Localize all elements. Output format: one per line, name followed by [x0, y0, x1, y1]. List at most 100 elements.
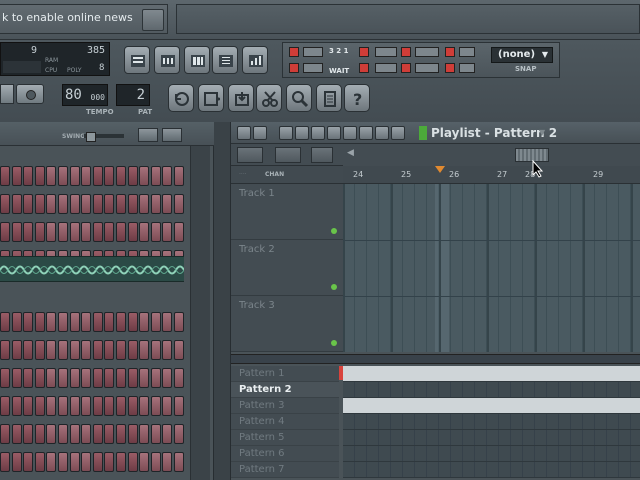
step-button[interactable]: [116, 452, 126, 472]
pattern-lane[interactable]: [343, 398, 640, 414]
overdub-toggle[interactable]: [401, 63, 411, 73]
step-button[interactable]: [150, 340, 161, 360]
step-button[interactable]: [116, 194, 126, 214]
step-button[interactable]: [58, 340, 68, 360]
step-button[interactable]: [127, 396, 138, 416]
step-button[interactable]: [92, 368, 103, 388]
step-button[interactable]: [150, 312, 161, 332]
note-view-button[interactable]: [311, 147, 333, 163]
pattern-position-marker[interactable]: [339, 366, 343, 380]
step-button[interactable]: [104, 312, 115, 332]
play-button[interactable]: [0, 84, 14, 104]
step-button[interactable]: [11, 340, 22, 360]
browser-button[interactable]: [212, 46, 238, 74]
pin-toggle[interactable]: [459, 63, 475, 73]
delete-tool[interactable]: [311, 126, 325, 140]
step-button[interactable]: [0, 312, 10, 332]
step-sequencer-scrollbar[interactable]: [190, 146, 210, 480]
step-button[interactable]: [46, 368, 57, 388]
step-button[interactable]: [81, 396, 92, 416]
step-button[interactable]: [58, 166, 68, 186]
snap-dropdown[interactable]: (none) ▼: [491, 47, 553, 63]
link-toggle[interactable]: [375, 63, 397, 73]
step-button[interactable]: [116, 312, 126, 332]
step-button[interactable]: [58, 312, 68, 332]
swing-slider[interactable]: [84, 132, 124, 142]
pattern-lane[interactable]: [343, 382, 640, 398]
step-button[interactable]: [11, 424, 22, 444]
step-button[interactable]: [139, 194, 150, 214]
panel-divider[interactable]: [214, 122, 230, 480]
loop-record-toggle[interactable]: [375, 47, 397, 57]
step-button[interactable]: [23, 424, 34, 444]
track-enable-led[interactable]: [331, 284, 337, 290]
pattern-name[interactable]: Pattern 3: [231, 398, 339, 414]
step-button[interactable]: [69, 222, 80, 242]
step-button[interactable]: [69, 424, 80, 444]
step-button[interactable]: [46, 340, 57, 360]
step-button[interactable]: [139, 424, 150, 444]
step-button[interactable]: [150, 424, 161, 444]
step-button[interactable]: [162, 166, 173, 186]
step-button[interactable]: [34, 166, 45, 186]
step-button[interactable]: [139, 368, 150, 388]
step-button[interactable]: [0, 396, 10, 416]
step-button[interactable]: [81, 340, 92, 360]
pattern-number-display[interactable]: 2: [116, 84, 150, 106]
step-button[interactable]: [23, 166, 34, 186]
step-button[interactable]: [92, 424, 103, 444]
search-button[interactable]: [286, 84, 312, 112]
step-button[interactable]: [116, 424, 126, 444]
playlist-play-icon[interactable]: [419, 126, 427, 140]
step-button[interactable]: [46, 194, 57, 214]
step-button[interactable]: [127, 368, 138, 388]
step-button[interactable]: [23, 396, 34, 416]
sample-waveform-row[interactable]: [0, 256, 185, 282]
step-button[interactable]: [58, 194, 68, 214]
track-enable-led[interactable]: [331, 228, 337, 234]
pattern-name[interactable]: Pattern 6: [231, 446, 339, 462]
auto-scroll-toggle[interactable]: [289, 63, 299, 73]
step-button[interactable]: [150, 222, 161, 242]
pattern-row[interactable]: Pattern 3: [231, 398, 640, 414]
step-button[interactable]: [11, 194, 22, 214]
playhead-marker[interactable]: [435, 166, 445, 173]
pattern-row[interactable]: Pattern 6: [231, 446, 640, 462]
step-button[interactable]: [104, 222, 115, 242]
step-button[interactable]: [69, 340, 80, 360]
step-button[interactable]: [116, 340, 126, 360]
pattern-name[interactable]: Pattern 1: [231, 366, 339, 382]
pattern-name[interactable]: Pattern 5: [231, 430, 339, 446]
scroll-left-icon[interactable]: ◀: [347, 148, 361, 162]
step-button[interactable]: [104, 194, 115, 214]
step-button[interactable]: [150, 194, 161, 214]
step-button[interactable]: [174, 194, 184, 214]
step-button[interactable]: [11, 166, 22, 186]
step-button[interactable]: [162, 222, 173, 242]
multilink-toggle[interactable]: [445, 47, 455, 57]
step-button[interactable]: [34, 368, 45, 388]
mute-tool[interactable]: [327, 126, 341, 140]
step-button[interactable]: [150, 452, 161, 472]
step-button[interactable]: [92, 222, 103, 242]
step-button[interactable]: [23, 222, 34, 242]
step-button[interactable]: [104, 452, 115, 472]
draw-tool[interactable]: [279, 126, 293, 140]
step-button[interactable]: [127, 312, 138, 332]
track-grid[interactable]: [343, 184, 640, 352]
pattern-lane[interactable]: [343, 430, 640, 446]
step-button[interactable]: [58, 424, 68, 444]
step-button[interactable]: [69, 166, 80, 186]
pattern-lane[interactable]: [343, 366, 640, 382]
step-button[interactable]: [11, 368, 22, 388]
step-button[interactable]: [150, 368, 161, 388]
pattern-lane[interactable]: [343, 462, 640, 478]
keyboard-editor-button[interactable]: [162, 128, 182, 142]
step-button[interactable]: [162, 424, 173, 444]
playlist-window-button[interactable]: [124, 46, 150, 74]
automation-view-button[interactable]: [275, 147, 301, 163]
step-button[interactable]: [34, 194, 45, 214]
step-button[interactable]: [58, 368, 68, 388]
step-button[interactable]: [23, 194, 34, 214]
slice-tool[interactable]: [359, 126, 373, 140]
